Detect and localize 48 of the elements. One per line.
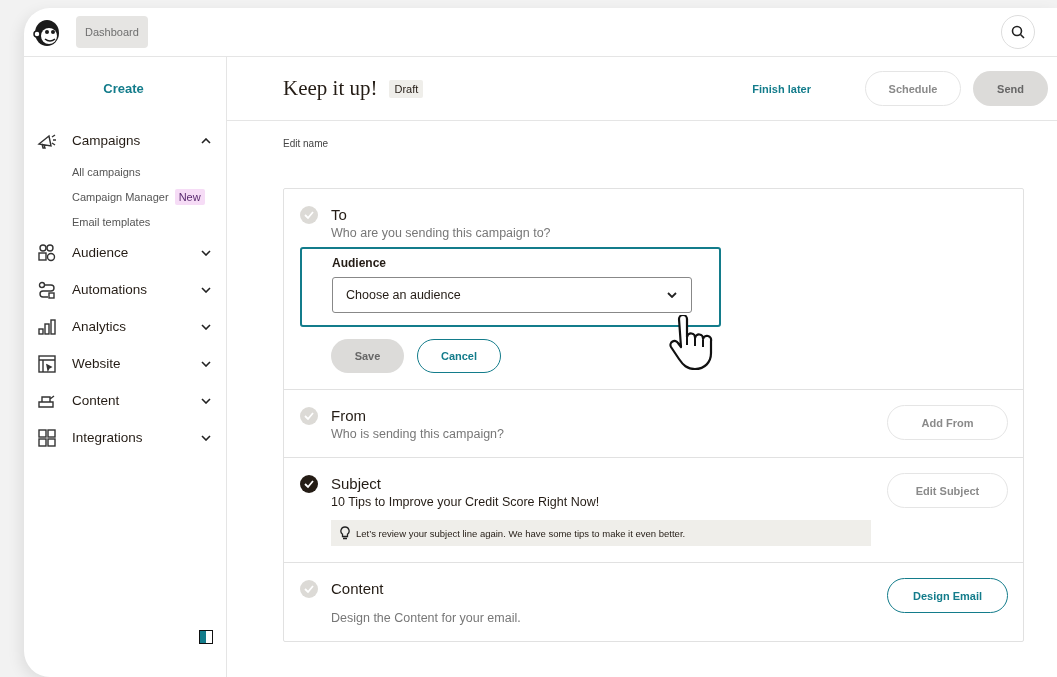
lightbulb-icon: [340, 526, 350, 540]
tip-text: Let’s review your subject line again. We have some tips to make it even better.: [356, 527, 686, 539]
submenu-item[interactable]: Email templates: [72, 215, 151, 228]
create-link[interactable]: Create: [34, 63, 213, 114]
chevron-icon: [201, 323, 211, 330]
finish-later-link[interactable]: Finish later: [746, 81, 817, 96]
dashboard-tooltip: Dashboard: [76, 16, 148, 48]
nav-item[interactable]: Audience: [34, 234, 213, 271]
submenu-item[interactable]: All campaigns: [72, 165, 141, 178]
chevron-down-icon: [667, 292, 677, 298]
chevron-icon: [201, 397, 211, 404]
nav-item[interactable]: Analytics: [34, 308, 213, 345]
new-badge: New: [174, 188, 205, 205]
cancel-button[interactable]: Cancel: [417, 339, 501, 373]
bar-chart-icon: [37, 317, 57, 336]
flow-icon: [37, 280, 57, 299]
chevron-icon: [201, 286, 211, 293]
field-label: Audience: [332, 256, 387, 270]
nav-item[interactable]: Content: [34, 382, 213, 419]
search-icon: [1011, 25, 1025, 39]
chevron-icon: [201, 137, 211, 144]
nav-item[interactable]: Integrations: [34, 419, 213, 456]
people-icon: [37, 243, 57, 262]
section-description: Who are you sending this campaign to?: [331, 226, 552, 240]
nav-item[interactable]: Campaigns: [34, 122, 213, 159]
section-title: To: [331, 206, 348, 223]
sidebar-toggle-icon[interactable]: [199, 630, 213, 644]
chevron-icon: [201, 360, 211, 367]
section-action-button[interactable]: Design Email: [887, 578, 1008, 613]
section-title: From: [331, 407, 367, 424]
grid-icon: [37, 428, 57, 447]
edit-name-link[interactable]: Edit name: [283, 138, 329, 149]
search-button[interactable]: [1001, 15, 1035, 49]
section-title: Content: [331, 580, 385, 597]
section-description: Design the Content for your email.: [331, 611, 522, 625]
section-title: Subject: [331, 475, 383, 492]
nav-item[interactable]: Automations: [34, 271, 213, 308]
megaphone-icon: [37, 131, 57, 150]
section-description: 10 Tips to Improve your Credit Score Right Now!: [331, 495, 601, 509]
nav-item[interactable]: Website: [34, 345, 213, 382]
chevron-icon: [201, 434, 211, 441]
audience-select[interactable]: Choose an audience: [332, 277, 692, 313]
campaign-title: Keep it up!: [283, 76, 378, 101]
chevron-icon: [201, 249, 211, 256]
browser-icon: [37, 354, 57, 373]
section-description: Who is sending this campaign?: [331, 427, 505, 441]
submenu-item[interactable]: Campaign Manager: [72, 190, 169, 203]
status-badge: Draft: [389, 79, 424, 98]
